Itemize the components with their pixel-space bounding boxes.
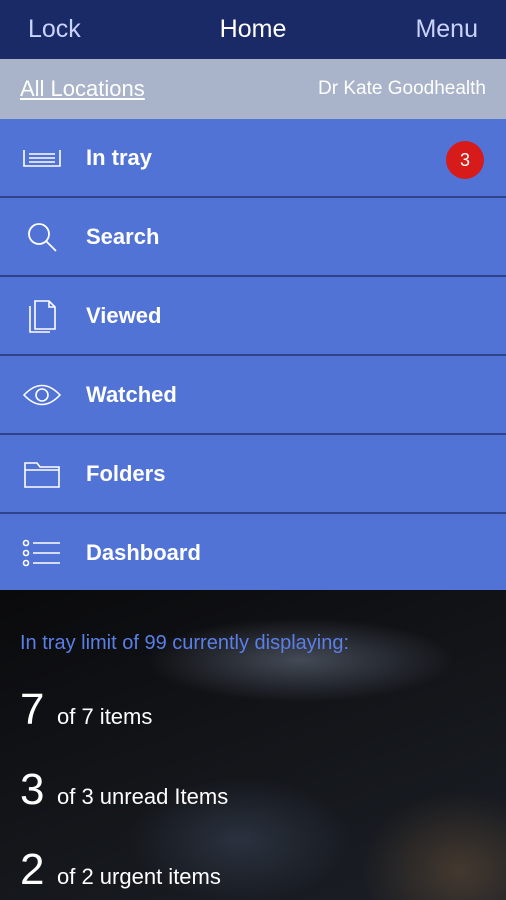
stat-text: of 3 unread Items bbox=[57, 784, 229, 809]
list-icon bbox=[22, 535, 62, 571]
menu-item-label: Folders bbox=[86, 460, 166, 486]
user-name: Dr Kate Goodhealth bbox=[318, 78, 486, 99]
stat-number: 3 bbox=[20, 765, 45, 814]
menu-item-in-tray[interactable]: In tray 3 bbox=[0, 119, 506, 198]
eye-icon bbox=[22, 377, 62, 413]
menu-button[interactable]: Menu bbox=[415, 15, 478, 44]
menu-item-label: Viewed bbox=[86, 302, 162, 328]
stat-text: of 7 items bbox=[57, 704, 153, 729]
stat-number: 2 bbox=[20, 845, 45, 894]
stat-text: of 2 urgent items bbox=[57, 864, 221, 889]
menu-item-folders[interactable]: Folders bbox=[0, 435, 506, 514]
menu-item-dashboard[interactable]: Dashboard bbox=[0, 514, 506, 593]
document-icon bbox=[22, 298, 62, 334]
top-app-bar: Lock Home Menu bbox=[0, 0, 506, 59]
menu-item-label: Dashboard bbox=[86, 539, 201, 565]
urgent-items-stat: 2 of 2 urgent items bbox=[20, 845, 221, 895]
location-bar: All Locations Dr Kate Goodhealth bbox=[0, 59, 506, 119]
in-tray-summary-panel: In tray limit of 99 currently displaying… bbox=[0, 590, 506, 900]
stat-number: 7 bbox=[20, 685, 45, 734]
all-locations-link[interactable]: All Locations bbox=[20, 76, 145, 102]
lock-button[interactable]: Lock bbox=[28, 15, 81, 44]
menu-item-watched[interactable]: Watched bbox=[0, 356, 506, 435]
folder-icon bbox=[22, 456, 62, 492]
in-tray-count-badge: 3 bbox=[446, 141, 484, 179]
menu-item-label: Search bbox=[86, 223, 160, 249]
menu-item-viewed[interactable]: Viewed bbox=[0, 277, 506, 356]
main-menu: In tray 3 Search Viewed Watched Folders … bbox=[0, 119, 506, 593]
tray-icon bbox=[22, 140, 62, 176]
menu-item-label: Watched bbox=[86, 381, 177, 407]
total-items-stat: 7 of 7 items bbox=[20, 685, 152, 735]
in-tray-limit-text: In tray limit of 99 currently displaying… bbox=[20, 632, 350, 654]
menu-item-search[interactable]: Search bbox=[0, 198, 506, 277]
search-icon bbox=[22, 219, 62, 255]
unread-items-stat: 3 of 3 unread Items bbox=[20, 765, 228, 815]
menu-item-label: In tray bbox=[86, 144, 153, 170]
